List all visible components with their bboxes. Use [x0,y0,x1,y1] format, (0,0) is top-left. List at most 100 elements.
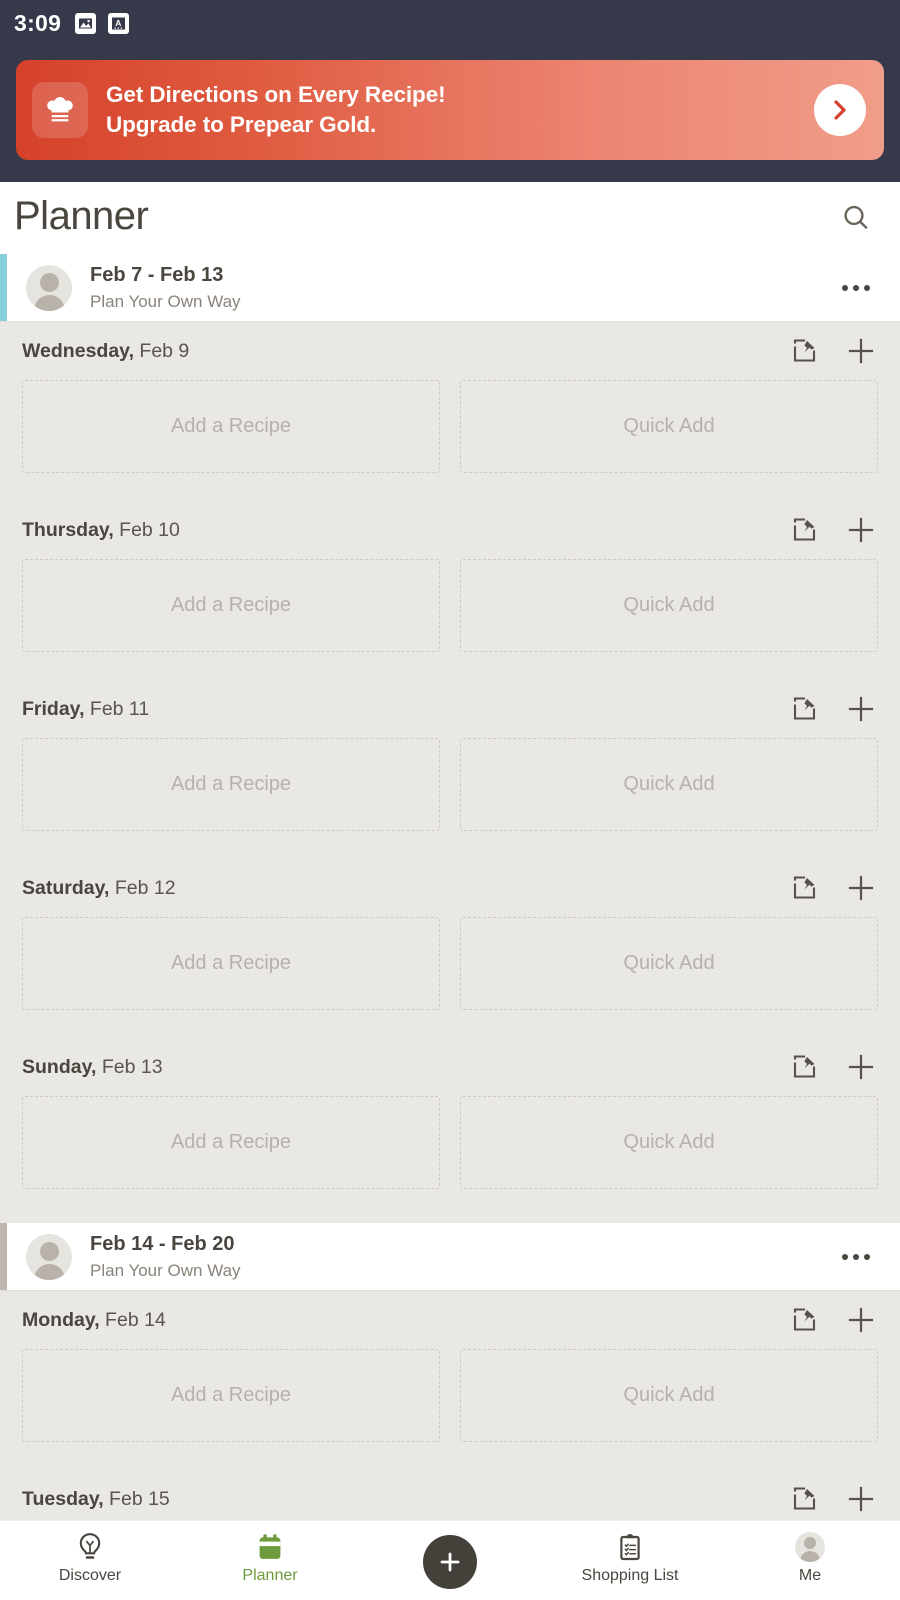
nav-item-planner[interactable]: Planner [180,1521,360,1585]
quick-add-slot[interactable]: Quick Add [460,1349,878,1442]
day-weekday: Monday, [22,1308,100,1331]
day-header: Sunday, Feb 13 [22,1038,878,1096]
promo-banner[interactable]: Get Directions on Every Recipe! Upgrade … [16,60,884,160]
promo-line-1: Get Directions on Every Recipe! [106,82,446,108]
day-date: Feb 15 [103,1487,170,1510]
week-header[interactable]: Feb 14 - Feb 20 Plan Your Own Way [0,1223,900,1291]
svg-text:A: A [115,18,121,28]
day-label: Friday, Feb 11 [22,698,788,721]
day-weekday: Friday, [22,697,85,720]
add-recipe-slot[interactable]: Add a Recipe [22,559,440,652]
day-weekday: Tuesday, [22,1487,104,1510]
quick-add-slot[interactable]: Quick Add [460,1096,878,1189]
note-pin-icon[interactable] [788,1303,822,1337]
day-header: Tuesday, Feb 15 [22,1470,878,1520]
plus-icon[interactable] [844,334,878,368]
add-recipe-slot[interactable]: Add a Recipe [22,738,440,831]
day-label: Wednesday, Feb 9 [22,340,788,363]
plus-icon[interactable] [844,1303,878,1337]
plus-icon[interactable] [844,513,878,547]
day-block: Wednesday, Feb 9 Add a Recipe Quick Add [0,322,900,501]
day-weekday: Saturday, [22,876,110,899]
title-bar: Planner [0,182,900,254]
week-subtitle: Plan Your Own Way [90,1260,241,1280]
day-header: Wednesday, Feb 9 [22,322,878,380]
day-slots: Add a Recipe Quick Add [22,917,878,1038]
more-options-icon[interactable] [832,266,880,310]
add-recipe-slot[interactable]: Add a Recipe [22,380,440,473]
add-recipe-slot[interactable]: Add a Recipe [22,1096,440,1189]
status-bar-clock: 3:09 [14,9,62,36]
day-header: Thursday, Feb 10 [22,501,878,559]
day-actions [788,1303,878,1337]
nav-item-discover[interactable]: Discover [0,1521,180,1585]
week-subtitle: Plan Your Own Way [90,291,241,311]
day-date: Feb 10 [113,518,180,541]
day-date: Feb 14 [99,1308,166,1331]
day-slots: Add a Recipe Quick Add [22,1349,878,1470]
chef-hat-icon [32,82,88,138]
week-accent-stripe [0,1223,7,1290]
status-bar-icons: A [75,12,130,34]
add-recipe-slot[interactable]: Add a Recipe [22,1349,440,1442]
quick-add-slot[interactable]: Quick Add [460,738,878,831]
note-pin-icon[interactable] [788,1050,822,1084]
week-range-label: Feb 7 - Feb 13 [90,263,224,286]
day-slots: Add a Recipe Quick Add [22,380,878,501]
clipboard-list-icon [615,1530,645,1564]
week-accent-stripe [0,254,7,321]
more-options-icon[interactable] [832,1235,880,1279]
quick-add-slot[interactable]: Quick Add [460,559,878,652]
image-icon [75,12,97,34]
plus-icon [440,1552,460,1572]
day-header: Saturday, Feb 12 [22,859,878,917]
week-meta: Feb 7 - Feb 13 Plan Your Own Way [90,262,832,314]
calendar-icon [255,1530,285,1564]
day-block: Tuesday, Feb 15 Add a Recipe Quick Add [0,1470,900,1520]
search-icon [844,205,868,229]
page-title: Planner [14,194,149,238]
quick-add-slot[interactable]: Quick Add [460,380,878,473]
day-slots: Add a Recipe Quick Add [22,559,878,680]
note-pin-icon[interactable] [788,1482,822,1516]
avatar [26,264,72,311]
day-actions [788,1050,878,1084]
add-recipe-slot[interactable]: Add a Recipe [22,917,440,1010]
day-block: Saturday, Feb 12 Add a Recipe Quick Add [0,859,900,1038]
bottom-navigation: Discover Planner Shopping List Me [0,1520,900,1600]
lightbulb-icon [75,1530,105,1564]
status-bar: 3:09 A [0,0,900,46]
day-actions [788,871,878,905]
day-date: Feb 13 [96,1055,163,1078]
nav-label-shopping-list: Shopping List [581,1567,679,1584]
day-block: Monday, Feb 14 Add a Recipe Quick Add [0,1291,900,1470]
day-header: Friday, Feb 11 [22,680,878,738]
user-avatar-icon [795,1530,825,1564]
nav-item-shopping-list[interactable]: Shopping List [540,1521,720,1585]
plus-icon[interactable] [844,1482,878,1516]
note-pin-icon[interactable] [788,334,822,368]
nav-label-me: Me [798,1567,822,1584]
quick-add-slot[interactable]: Quick Add [460,917,878,1010]
nav-item-add[interactable] [360,1521,540,1589]
note-pin-icon[interactable] [788,513,822,547]
plus-icon[interactable] [844,1050,878,1084]
day-label: Tuesday, Feb 15 [22,1488,788,1511]
nav-label-planner: Planner [242,1567,298,1584]
day-actions [788,692,878,726]
day-block: Sunday, Feb 13 Add a Recipe Quick Add [0,1038,900,1217]
planner-scroll-area[interactable]: Feb 7 - Feb 13 Plan Your Own Way Wednesd… [0,254,900,1520]
plus-icon[interactable] [844,871,878,905]
add-fab-button[interactable] [423,1535,477,1589]
nav-item-me[interactable]: Me [720,1521,900,1585]
week-meta: Feb 14 - Feb 20 Plan Your Own Way [90,1231,832,1283]
plus-icon[interactable] [844,692,878,726]
day-actions [788,513,878,547]
week-header[interactable]: Feb 7 - Feb 13 Plan Your Own Way [0,254,900,322]
note-pin-icon[interactable] [788,871,822,905]
search-button[interactable] [834,196,878,240]
day-date: Feb 11 [84,697,150,720]
note-pin-icon[interactable] [788,692,822,726]
day-date: Feb 9 [133,339,190,362]
promo-banner-arrow-button[interactable] [814,84,866,136]
